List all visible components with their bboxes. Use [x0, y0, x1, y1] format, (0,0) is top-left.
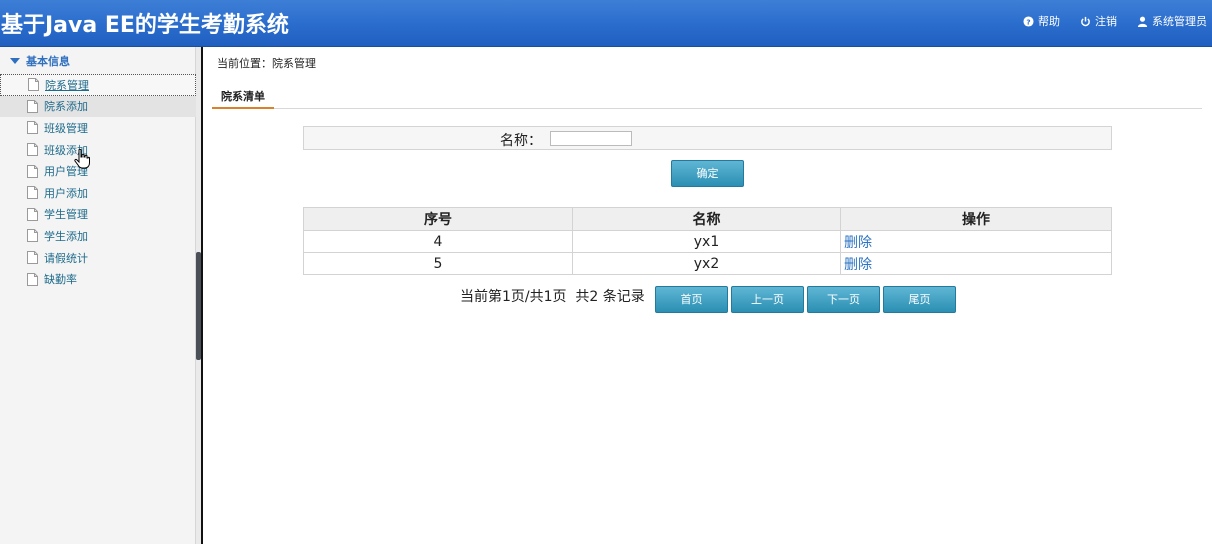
- sidebar-item-label: 请假统计: [44, 251, 88, 265]
- table-header-row: 序号 名称 操作: [303, 207, 1112, 231]
- sidebar-item-label: 院系添加: [44, 100, 88, 114]
- sidebar-menu: 院系管理 院系添加 班级管理 班级添加 用户管理 用户添加 学生管理 学生添加: [0, 74, 196, 290]
- document-icon: [27, 99, 38, 113]
- triangle-down-icon: [10, 58, 20, 64]
- power-icon: [1081, 16, 1090, 26]
- sidebar-item-label: 学生管理: [44, 208, 88, 222]
- prev-page-button[interactable]: 上一页: [731, 286, 804, 313]
- name-search-input[interactable]: [550, 131, 632, 146]
- sidebar-item-label: 学生添加: [44, 229, 88, 243]
- sidebar-item-user-add[interactable]: 用户添加: [0, 182, 196, 204]
- sidebar-item-class-manage[interactable]: 班级管理: [0, 117, 196, 139]
- document-icon: [27, 229, 38, 243]
- sidebar-group-basic[interactable]: 基本信息: [10, 53, 70, 69]
- app-header: 基于Java EE的学生考勤系统 ? 帮助 注销 系统管理员: [0, 0, 1212, 47]
- department-table: 序号 名称 操作 4 yx1 删除 5 yx2 删除: [303, 207, 1112, 275]
- sidebar-item-label: 用户添加: [44, 186, 88, 200]
- hand-cursor-icon: [74, 149, 90, 169]
- document-icon: [27, 121, 38, 135]
- sidebar-item-absence-rate[interactable]: 缺勤率: [0, 268, 196, 290]
- pagination-status: 当前第1页/共1页 共2 条记录: [460, 289, 645, 305]
- column-header-name: 名称: [572, 207, 841, 231]
- sidebar-item-label: 院系管理: [45, 78, 89, 92]
- search-row: 名称：: [303, 126, 1112, 150]
- cell-action: 删除: [840, 230, 1112, 253]
- document-icon: [27, 207, 38, 221]
- app-title: 基于Java EE的学生考勤系统: [1, 13, 289, 38]
- sidebar-item-label: 缺勤率: [44, 273, 77, 287]
- sidebar-item-leave-stats[interactable]: 请假统计: [0, 247, 196, 269]
- document-icon: [27, 164, 38, 178]
- document-icon: [27, 143, 38, 157]
- main-content: 当前位置：院系管理 院系清单 名称： 确定 序号 名称 操作 4 yx1 删除 …: [203, 47, 1212, 544]
- document-icon: [27, 186, 38, 200]
- svg-text:?: ?: [1026, 17, 1030, 26]
- delete-link[interactable]: 删除: [844, 257, 872, 273]
- next-page-button[interactable]: 下一页: [807, 286, 880, 313]
- column-header-id: 序号: [303, 207, 573, 231]
- confirm-button[interactable]: 确定: [671, 160, 744, 187]
- sidebar: 基本信息 院系管理 院系添加 班级管理 班级添加 用户管理 用户添加 学生管理 …: [0, 47, 201, 544]
- help-link[interactable]: ? 帮助: [1023, 13, 1060, 29]
- sidebar-item-label: 班级管理: [44, 121, 88, 135]
- sidebar-item-student-add[interactable]: 学生添加: [0, 225, 196, 247]
- cell-id: 5: [303, 252, 573, 275]
- help-label: 帮助: [1038, 15, 1060, 28]
- logout-link[interactable]: 注销: [1080, 13, 1117, 29]
- document-icon: [27, 272, 38, 286]
- user-link[interactable]: 系统管理员: [1137, 13, 1207, 29]
- help-icon: ?: [1023, 15, 1034, 27]
- logout-label: 注销: [1095, 15, 1117, 28]
- search-label: 名称：: [500, 133, 542, 149]
- first-page-button[interactable]: 首页: [655, 286, 728, 313]
- delete-link[interactable]: 删除: [844, 235, 872, 251]
- tab-department-list[interactable]: 院系清单: [212, 85, 274, 109]
- sidebar-item-user-manage[interactable]: 用户管理: [0, 160, 196, 182]
- document-icon: [27, 251, 38, 265]
- user-label: 系统管理员: [1152, 15, 1207, 28]
- sidebar-item-student-manage[interactable]: 学生管理: [0, 204, 196, 226]
- top-links: ? 帮助 注销 系统管理员: [1023, 13, 1207, 29]
- breadcrumb: 当前位置：院系管理: [217, 57, 316, 70]
- table-row: 4 yx1 删除: [303, 230, 1112, 253]
- sidebar-item-class-add[interactable]: 班级添加: [0, 139, 196, 161]
- sidebar-item-department-manage[interactable]: 院系管理: [0, 74, 196, 96]
- cell-action: 删除: [840, 252, 1112, 275]
- cell-name: yx1: [572, 230, 841, 253]
- user-icon: [1137, 16, 1148, 27]
- last-page-button[interactable]: 尾页: [883, 286, 956, 313]
- cell-id: 4: [303, 230, 573, 253]
- document-icon: [28, 78, 39, 92]
- sidebar-group-label: 基本信息: [26, 55, 70, 68]
- tab-bar: 院系清单: [212, 85, 1202, 109]
- table-row: 5 yx2 删除: [303, 252, 1112, 275]
- sidebar-item-department-add[interactable]: 院系添加: [0, 95, 196, 118]
- cell-name: yx2: [572, 252, 841, 275]
- column-header-action: 操作: [840, 207, 1112, 231]
